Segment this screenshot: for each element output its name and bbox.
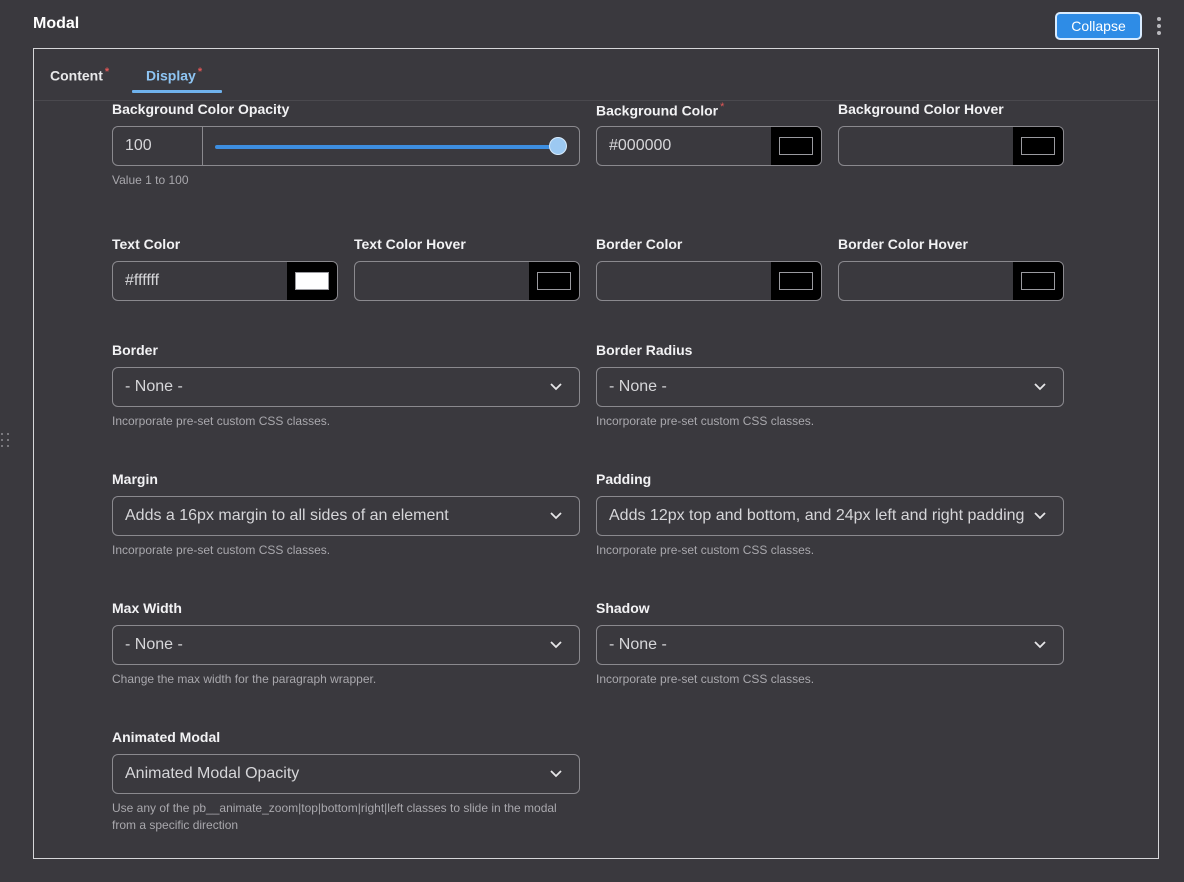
padding-select[interactable]: Adds 12px top and bottom, and 24px left … <box>596 496 1064 536</box>
text-color-hover-swatch[interactable] <box>537 272 571 290</box>
bg-color-input[interactable]: #000000 <box>596 126 822 166</box>
active-tab-indicator <box>132 90 222 93</box>
margin-select[interactable]: Adds a 16px margin to all sides of an el… <box>112 496 580 536</box>
text-color-hover-label: Text Color Hover <box>354 236 466 252</box>
bg-opacity-control: 100 <box>112 126 580 166</box>
bg-opacity-input[interactable]: 100 <box>113 127 203 165</box>
text-color-input[interactable]: #ffffff <box>112 261 338 301</box>
collapse-button[interactable]: Collapse <box>1055 12 1142 40</box>
border-color-hover-swatch[interactable] <box>1021 272 1055 290</box>
max-width-help: Change the max width for the paragraph w… <box>112 672 377 686</box>
shadow-help: Incorporate pre-set custom CSS classes. <box>596 672 815 686</box>
bg-color-swatch[interactable] <box>779 137 813 155</box>
max-width-label: Max Width <box>112 600 182 616</box>
text-color-hover-input[interactable] <box>354 261 580 301</box>
chevron-down-icon <box>1034 512 1046 520</box>
bg-opacity-label: Background Color Opacity <box>112 101 290 117</box>
bg-opacity-help: Value 1 to 100 <box>112 173 189 187</box>
text-color-swatch[interactable] <box>295 272 329 290</box>
tab-content[interactable]: Content * <box>50 66 109 84</box>
animated-modal-help: Use any of the pb__animate_zoom|top|bott… <box>112 801 557 832</box>
bg-color-hover-input[interactable] <box>838 126 1064 166</box>
border-color-label: Border Color <box>596 236 683 252</box>
border-radius-select[interactable]: - None - <box>596 367 1064 407</box>
bg-color-hover-label: Background Color Hover <box>838 101 1004 117</box>
chevron-down-icon <box>550 383 562 391</box>
border-select[interactable]: - None - <box>112 367 580 407</box>
border-radius-label: Border Radius <box>596 342 693 358</box>
border-radius-help: Incorporate pre-set custom CSS classes. <box>596 414 815 428</box>
text-color-label: Text Color <box>112 236 181 252</box>
max-width-select[interactable]: - None - <box>112 625 580 665</box>
animated-modal-label: Animated Modal <box>112 729 221 745</box>
padding-label: Padding <box>596 471 652 487</box>
more-options-icon[interactable] <box>1154 17 1164 37</box>
drag-handle-icon[interactable] <box>1 433 10 449</box>
chevron-down-icon <box>550 512 562 520</box>
margin-help: Incorporate pre-set custom CSS classes. <box>112 543 331 557</box>
shadow-label: Shadow <box>596 600 650 616</box>
border-color-swatch[interactable] <box>779 272 813 290</box>
chevron-down-icon <box>550 770 562 778</box>
chevron-down-icon <box>1034 641 1046 649</box>
shadow-select[interactable]: - None - <box>596 625 1064 665</box>
bg-opacity-slider-thumb[interactable] <box>549 137 567 155</box>
margin-label: Margin <box>112 471 158 487</box>
page-title: Modal <box>33 15 80 32</box>
border-label: Border <box>112 342 158 358</box>
animated-modal-select[interactable]: Animated Modal Opacity <box>112 754 580 794</box>
bg-opacity-slider-track[interactable] <box>215 145 559 149</box>
border-color-input[interactable] <box>596 261 822 301</box>
chevron-down-icon <box>550 641 562 649</box>
tab-bar: Content * Display * <box>34 49 1158 101</box>
padding-help: Incorporate pre-set custom CSS classes. <box>596 543 815 557</box>
border-color-hover-input[interactable] <box>838 261 1064 301</box>
border-color-hover-label: Border Color Hover <box>838 236 968 252</box>
tab-display[interactable]: Display * <box>146 66 202 84</box>
bg-color-hover-swatch[interactable] <box>1021 137 1055 155</box>
chevron-down-icon <box>1034 383 1046 391</box>
bg-color-label: Background Color * <box>596 101 725 119</box>
border-help: Incorporate pre-set custom CSS classes. <box>112 414 331 428</box>
